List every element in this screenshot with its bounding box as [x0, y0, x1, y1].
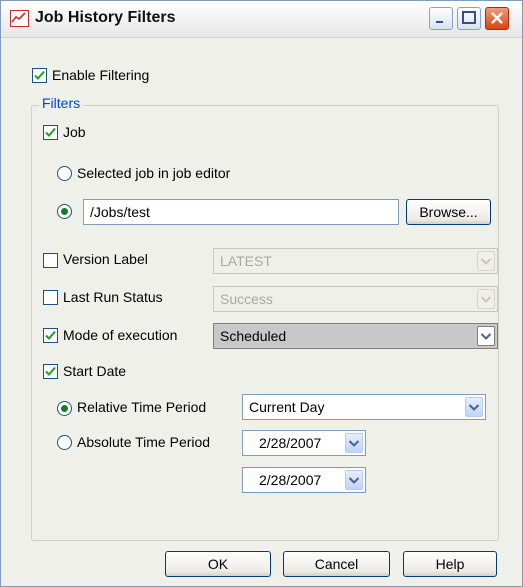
close-icon: [491, 12, 503, 24]
relative-time-period-label: Relative Time Period: [77, 399, 207, 415]
chart-icon: [10, 10, 29, 27]
browse-button[interactable]: Browse...: [406, 199, 491, 225]
radio-selected-dot: [61, 208, 68, 215]
chevron-down-icon: [465, 397, 483, 417]
job-path-radio[interactable]: [57, 204, 72, 219]
version-label-label: Version Label: [63, 251, 148, 267]
check-icon: [45, 127, 56, 137]
check-icon: [45, 330, 56, 340]
help-button[interactable]: Help: [403, 551, 497, 577]
absolute-from-date-value: 2/28/2007: [259, 435, 322, 451]
start-date-label: Start Date: [63, 363, 127, 379]
close-button[interactable]: [485, 7, 509, 30]
last-run-status-checkbox[interactable]: [43, 290, 58, 305]
last-run-status-label: Last Run Status: [63, 289, 163, 305]
chevron-down-icon: [477, 251, 495, 271]
title-bar[interactable]: Job History Filters: [1, 1, 522, 38]
mode-of-execution-value: Scheduled: [220, 328, 287, 344]
ok-button[interactable]: OK: [165, 551, 271, 577]
radio-selected-dot: [61, 405, 68, 412]
version-label-select[interactable]: LATEST: [213, 248, 498, 274]
job-history-filters-dialog: Job History Filters Enable Filtering Fil…: [0, 0, 523, 587]
absolute-time-period-radio[interactable]: [57, 435, 72, 450]
enable-filtering-checkbox[interactable]: [32, 68, 47, 83]
relative-time-period-radio[interactable]: [57, 401, 72, 416]
minimize-icon: [436, 21, 443, 23]
job-checkbox[interactable]: [43, 125, 58, 140]
absolute-time-period-label: Absolute Time Period: [77, 434, 211, 450]
chevron-down-icon: [477, 289, 495, 309]
enable-filtering-label: Enable Filtering: [52, 67, 150, 83]
relative-time-period-value: Current Day: [249, 399, 325, 415]
cancel-button[interactable]: Cancel: [283, 551, 390, 577]
mode-of-execution-label: Mode of execution: [63, 327, 178, 343]
absolute-from-date-picker[interactable]: 2/28/2007: [242, 430, 366, 456]
maximize-button[interactable]: [457, 7, 481, 30]
dialog-body: Enable Filtering Filters Job Selected jo…: [1, 38, 522, 586]
selected-job-label: Selected job in job editor: [77, 165, 231, 181]
maximize-icon: [462, 11, 476, 24]
chevron-down-icon: [345, 433, 363, 453]
absolute-to-date-picker[interactable]: 2/28/2007: [242, 467, 366, 493]
check-icon: [34, 70, 45, 80]
version-label-value: LATEST: [220, 253, 272, 269]
job-label: Job: [63, 124, 86, 140]
filters-group-legend: Filters: [39, 95, 84, 111]
version-label-checkbox[interactable]: [43, 253, 58, 268]
check-icon: [45, 366, 56, 376]
window-title: Job History Filters: [35, 9, 176, 26]
selected-job-radio[interactable]: [57, 166, 72, 181]
chevron-down-icon: [345, 470, 363, 490]
last-run-status-select[interactable]: Success: [213, 286, 498, 312]
mode-of-execution-select[interactable]: Scheduled: [213, 323, 498, 349]
chevron-down-icon: [477, 326, 495, 346]
job-path-field[interactable]: /Jobs/test: [83, 199, 399, 225]
absolute-to-date-value: 2/28/2007: [259, 472, 322, 488]
start-date-checkbox[interactable]: [43, 364, 58, 379]
minimize-button[interactable]: [429, 7, 453, 30]
last-run-status-value: Success: [220, 291, 273, 307]
mode-of-execution-checkbox[interactable]: [43, 328, 58, 343]
relative-time-period-select[interactable]: Current Day: [242, 394, 486, 420]
